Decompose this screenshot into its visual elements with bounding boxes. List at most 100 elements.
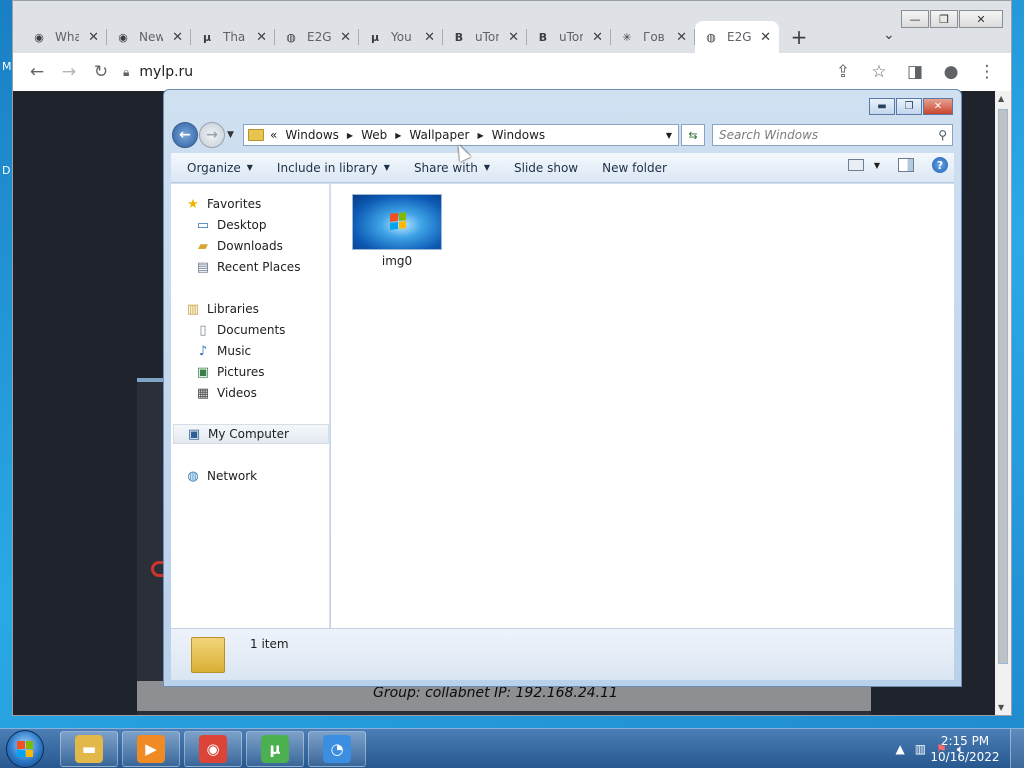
browser-tab[interactable]: μ You ✕ — [359, 21, 443, 53]
chrome-minimize-button[interactable]: — — [901, 10, 929, 28]
preview-pane-icon[interactable] — [898, 158, 914, 172]
nav-favorites[interactable]: ★ Favorites — [185, 194, 261, 214]
breadcrumb-overflow[interactable]: « — [270, 128, 277, 142]
nav-music[interactable]: ♪ Music — [195, 341, 251, 361]
breadcrumb-chevron-icon[interactable]: ▶ — [347, 131, 353, 140]
scroll-up-icon[interactable]: ▲ — [998, 94, 1004, 103]
breadcrumb-item[interactable]: Wallpaper ▶ — [409, 128, 491, 142]
breadcrumb-item[interactable]: Web ▶ — [361, 128, 409, 142]
star-icon: ★ — [187, 196, 199, 212]
organize-button[interactable]: Organize ▼ — [177, 153, 263, 183]
scroll-down-icon[interactable]: ▼ — [998, 703, 1004, 712]
menu-kebab-icon[interactable]: ⋮ — [971, 56, 1003, 88]
start-button[interactable] — [6, 730, 44, 768]
file-item[interactable]: img0 — [351, 194, 443, 268]
breadcrumb-item[interactable]: Windows — [492, 128, 546, 142]
browser-tab[interactable]: ◉ New ✕ — [107, 21, 191, 53]
tab-close-icon[interactable]: ✕ — [760, 30, 771, 45]
address-dropdown-icon[interactable]: ▼ — [666, 131, 672, 140]
taskbar-chrome-button[interactable]: ◉ — [184, 731, 242, 767]
music-icon: ♪ — [198, 343, 208, 359]
tab-close-icon[interactable]: ✕ — [340, 30, 351, 45]
nav-documents[interactable]: ▯ Documents — [195, 320, 285, 340]
explorer-close-button[interactable]: ✕ — [923, 98, 953, 115]
network-tray-icon[interactable]: ▥ — [915, 742, 926, 756]
search-input[interactable]: Search Windows ⚲ — [712, 124, 953, 146]
show-hidden-icons-icon[interactable]: ▲ — [895, 742, 904, 756]
tab-title: uTor — [559, 30, 583, 44]
nav-my-computer[interactable]: ▣ My Computer — [173, 424, 329, 444]
tab-close-icon[interactable]: ✕ — [592, 30, 603, 45]
nav-recent-places[interactable]: ▤ Recent Places — [195, 257, 301, 277]
page-scrollbar[interactable]: ▲ ▼ — [995, 91, 1011, 715]
browser-tab[interactable]: ✳ Гов ✕ — [611, 21, 695, 53]
tab-close-icon[interactable]: ✕ — [256, 30, 267, 45]
nav-label: Pictures — [217, 365, 265, 379]
browser-tab[interactable]: BuTor ✕ — [527, 21, 611, 53]
side-panel-icon[interactable]: ◨ — [899, 56, 931, 88]
tab-search-icon[interactable]: ⌄ — [883, 27, 895, 43]
nav-label: Desktop — [217, 218, 267, 232]
forward-icon[interactable]: → — [53, 56, 85, 88]
file-name: img0 — [381, 254, 413, 268]
reload-icon[interactable]: ↻ — [85, 56, 117, 88]
back-icon[interactable]: ← — [21, 56, 53, 88]
nav-downloads[interactable]: ▰ Downloads — [195, 236, 283, 256]
breadcrumb-label: Windows — [491, 128, 546, 142]
breadcrumb-chevron-icon[interactable]: ▶ — [395, 131, 401, 140]
nav-label: Libraries — [207, 302, 259, 316]
help-icon[interactable]: ? — [932, 157, 948, 173]
nav-pictures[interactable]: ▣ Pictures — [195, 362, 265, 382]
browser-tab[interactable]: ◍ E2G ✕ — [275, 21, 359, 53]
scrollbar-thumb[interactable] — [998, 109, 1008, 664]
change-view-icon[interactable] — [847, 159, 864, 171]
nav-videos[interactable]: ▦ Videos — [195, 383, 257, 403]
recent-locations-dropdown-icon[interactable]: ▼ — [227, 130, 234, 140]
tab-close-icon[interactable]: ✕ — [424, 30, 435, 45]
explorer-back-icon[interactable]: ← — [172, 122, 198, 148]
share-with-button[interactable]: Share with ▼ — [404, 153, 500, 183]
clock[interactable]: 2:15 PM 10/16/2022 — [930, 733, 1000, 765]
refresh-icon[interactable]: ⇆ — [681, 124, 705, 146]
taskbar-explorer-button[interactable]: ▬ — [60, 731, 118, 767]
videos-icon: ▦ — [196, 385, 210, 401]
share-icon[interactable]: ⇪ — [827, 56, 859, 88]
tab-title: E2G — [307, 30, 331, 44]
chrome-restore-button[interactable]: ❐ — [930, 10, 958, 28]
browser-tab[interactable]: ◉ What ✕ — [23, 21, 107, 53]
tab-close-icon[interactable]: ✕ — [88, 30, 99, 45]
browser-tab[interactable]: BuTor ✕ — [443, 21, 527, 53]
explorer-nav-buttons: ← → ▼ — [172, 121, 234, 149]
nav-desktop[interactable]: ▭ Desktop — [195, 215, 267, 235]
taskbar-vpn-client-button[interactable]: ◔ — [308, 731, 366, 767]
tab-close-icon[interactable]: ✕ — [172, 30, 183, 45]
new-tab-button[interactable]: + — [779, 21, 819, 53]
breadcrumb-item[interactable]: Windows ▶ — [285, 128, 361, 142]
view-dropdown-icon[interactable]: ▼ — [874, 161, 880, 170]
chrome-icon: ◉ — [34, 30, 44, 44]
new-folder-button[interactable]: New folder — [592, 153, 677, 183]
explorer-maximize-button[interactable]: ❐ — [896, 98, 922, 115]
taskbar-media-player-button[interactable]: ▶ — [122, 731, 180, 767]
profile-avatar-icon[interactable]: ● — [935, 56, 967, 88]
browser-tab[interactable]: ◍ E2G ✕ — [695, 21, 779, 53]
nav-libraries[interactable]: ▥ Libraries — [185, 299, 259, 319]
explorer-minimize-button[interactable]: ▬ — [869, 98, 895, 115]
tab-close-icon[interactable]: ✕ — [676, 30, 687, 45]
show-desktop-button[interactable] — [1010, 729, 1024, 768]
include-in-library-button[interactable]: Include in library ▼ — [267, 153, 400, 183]
nav-network[interactable]: ◍ Network — [185, 466, 257, 486]
browser-tab[interactable]: μ Tha ✕ — [191, 21, 275, 53]
breadcrumb-label: Windows — [285, 128, 339, 142]
chrome-close-button[interactable]: ✕ — [959, 10, 1003, 28]
bookmark-star-icon[interactable]: ☆ — [863, 56, 895, 88]
network-icon: ◍ — [187, 468, 199, 484]
tab-close-icon[interactable]: ✕ — [508, 30, 519, 45]
explorer-forward-icon[interactable]: → — [199, 122, 225, 148]
explorer-caption-buttons: ▬ ❐ ✕ — [868, 98, 953, 115]
address-bar[interactable]: 🔒︎ mylp.ru — [123, 57, 193, 87]
utorrent-icon: μ — [370, 30, 380, 44]
slide-show-button[interactable]: Slide show — [504, 153, 588, 183]
taskbar-utorrent-button[interactable]: μ — [246, 731, 304, 767]
breadcrumb-chevron-icon[interactable]: ▶ — [477, 131, 483, 140]
